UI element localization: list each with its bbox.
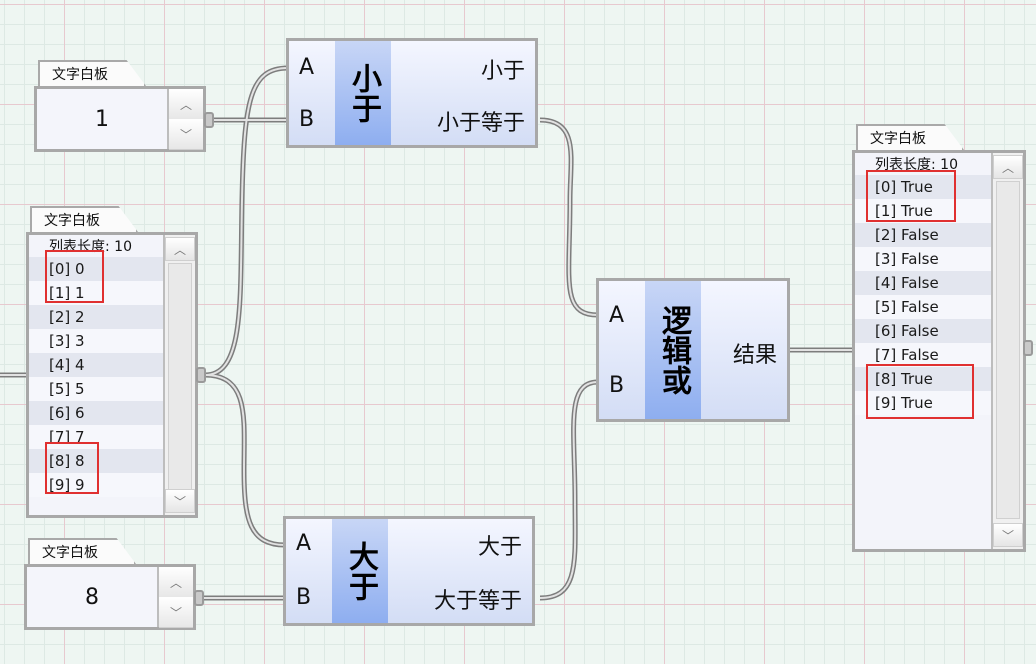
number-spinner[interactable]: ︿ ﹀ xyxy=(167,89,203,150)
port-b-label[interactable]: B xyxy=(296,585,311,610)
highlight-box xyxy=(45,442,99,494)
highlight-box xyxy=(45,250,104,303)
chevron-down-icon: ﹀ xyxy=(179,127,192,142)
scroll-up-button[interactable]: ︿ xyxy=(165,237,195,261)
port-a-label[interactable]: A xyxy=(299,55,314,80)
vertical-scrollbar[interactable]: ︿ ﹀ xyxy=(991,153,1023,549)
number-value: 8 xyxy=(85,584,99,610)
highlight-box xyxy=(866,364,974,419)
list-item: [5] 5 xyxy=(29,377,165,401)
wire-gt-to-or-b xyxy=(539,379,599,601)
decrement-button[interactable]: ﹀ xyxy=(159,597,193,628)
port-b-label[interactable]: B xyxy=(299,107,314,132)
scroll-down-button[interactable]: ﹀ xyxy=(165,489,195,513)
increment-button[interactable]: ︿ xyxy=(169,89,203,120)
port-a-label[interactable]: A xyxy=(296,531,311,556)
output-label[interactable]: 结果 xyxy=(733,337,777,369)
chevron-down-icon: ﹀ xyxy=(1001,528,1014,543)
output-label[interactable]: 小于等于 xyxy=(437,105,525,137)
increment-button[interactable]: ︿ xyxy=(159,567,193,598)
chevron-down-icon: ﹀ xyxy=(169,605,182,620)
list-item: [3] False xyxy=(855,247,993,271)
output-connector[interactable] xyxy=(194,590,204,606)
chevron-up-icon: ︿ xyxy=(169,575,182,590)
less-than-component[interactable]: A B 小于 小于 小于等于 xyxy=(286,38,538,148)
component-title: 逻辑或 xyxy=(645,281,701,419)
decrement-button[interactable]: ﹀ xyxy=(169,119,203,150)
list-item: [6] False xyxy=(855,319,993,343)
list-item: [2] False xyxy=(855,223,993,247)
port-a-label[interactable]: A xyxy=(609,303,624,328)
number-value: 1 xyxy=(95,106,109,132)
output-label[interactable]: 大于等于 xyxy=(434,583,522,615)
number-box-8[interactable]: 8 ︿ ﹀ xyxy=(24,564,196,630)
vertical-scrollbar[interactable]: ︿ ﹀ xyxy=(163,235,195,515)
component-title: 小于 xyxy=(335,41,391,145)
port-b-label[interactable]: B xyxy=(609,373,624,398)
highlight-box xyxy=(866,170,956,222)
number-spinner[interactable]: ︿ ﹀ xyxy=(157,567,193,628)
component-title: 大于 xyxy=(332,519,388,623)
chevron-down-icon: ﹀ xyxy=(173,494,186,509)
chevron-up-icon: ︿ xyxy=(1001,160,1014,175)
chevron-up-icon: ︿ xyxy=(173,242,186,257)
list-item: [3] 3 xyxy=(29,329,165,353)
greater-than-component[interactable]: A B 大于 大于 大于等于 xyxy=(283,516,535,626)
scroll-down-button[interactable]: ﹀ xyxy=(993,523,1023,547)
list-item: [2] 2 xyxy=(29,305,165,329)
scroll-thumb[interactable] xyxy=(996,181,1020,519)
list-item: [4] 4 xyxy=(29,353,165,377)
number-box-1[interactable]: 1 ︿ ﹀ xyxy=(34,86,206,152)
chevron-up-icon: ︿ xyxy=(179,97,192,112)
output-label[interactable]: 小于 xyxy=(481,53,525,85)
output-connector[interactable] xyxy=(1023,340,1033,356)
output-connector[interactable] xyxy=(196,367,206,383)
scroll-up-button[interactable]: ︿ xyxy=(993,155,1023,179)
output-connector[interactable] xyxy=(204,112,214,128)
list-item: [4] False xyxy=(855,271,993,295)
list-item: [5] False xyxy=(855,295,993,319)
output-label[interactable]: 大于 xyxy=(478,529,522,561)
scroll-thumb[interactable] xyxy=(168,263,192,491)
logic-or-component[interactable]: A B 逻辑或 结果 xyxy=(596,278,790,422)
list-item: [6] 6 xyxy=(29,401,165,425)
